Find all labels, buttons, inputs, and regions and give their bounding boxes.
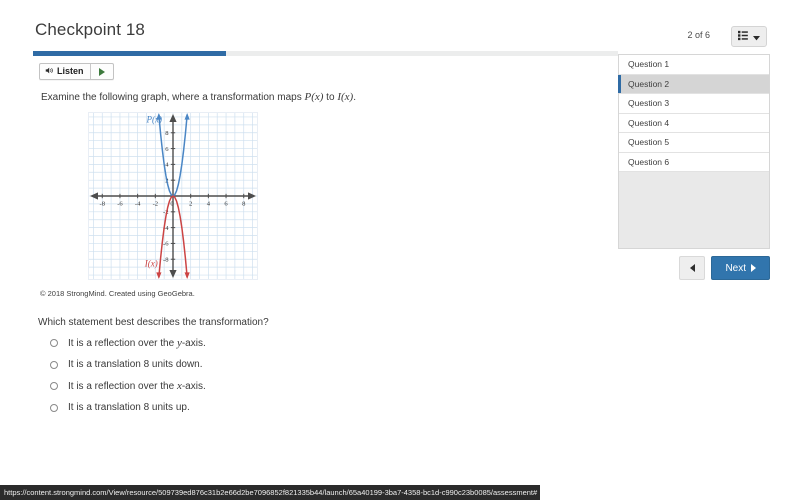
status-bar-url: https://content.strongmind.com/View/reso… xyxy=(0,485,540,500)
x-tick-label: 2 xyxy=(189,201,192,208)
series-label-I: I(x) xyxy=(144,258,158,268)
series-arrow-Px-1 xyxy=(184,113,190,120)
question-list-item-label: Question 6 xyxy=(628,156,670,167)
question-list-item-4[interactable]: Question 4 xyxy=(619,113,769,133)
question-list[interactable]: Question 1 Question 2 Question 3 Question 4… xyxy=(618,54,770,249)
y-tick-label: -8 xyxy=(163,257,169,264)
navigation-controls: Next xyxy=(618,256,770,280)
listen-button[interactable]: Listen xyxy=(40,64,91,79)
listen-button-label: Listen xyxy=(57,66,84,76)
prompt-text: Examine the following graph, where a tra… xyxy=(41,91,356,103)
answer-options: It is a reflection over the y-axis. It is… xyxy=(50,337,570,423)
prompt-function-p: P(x) xyxy=(304,91,324,103)
option-label: It is a translation 8 units down. xyxy=(68,358,203,370)
triangle-right-icon xyxy=(751,264,756,272)
graph-figure: -8 -6 -4 -2 0 2 4 6 8 8 6 4 2 -2 -4 -6 -8 P(x) I(x) xyxy=(88,112,258,280)
y-tick-label: 4 xyxy=(165,162,169,169)
triangle-left-icon xyxy=(689,264,695,272)
question-list-item-2[interactable]: Question 2 xyxy=(618,74,769,94)
y-tick-label: -6 xyxy=(163,241,169,248)
radio-opt-b[interactable] xyxy=(50,360,58,369)
prompt-function-i: I(x) xyxy=(337,91,354,103)
y-axis-arrow-up xyxy=(169,114,177,122)
series-arrow-Ix-0 xyxy=(156,272,162,279)
y-tick-label: 6 xyxy=(165,146,169,153)
list-menu-icon xyxy=(738,28,751,46)
question-list-item-6[interactable]: Question 6 xyxy=(619,152,769,172)
option-row[interactable]: It is a translation 8 units up. xyxy=(50,402,570,424)
progress-bar-fill xyxy=(33,51,227,56)
question-list-menu-button[interactable] xyxy=(731,26,767,47)
question-list-item-label: Question 3 xyxy=(628,98,670,109)
question-list-item-1[interactable]: Question 1 xyxy=(619,55,769,75)
option-row[interactable]: It is a translation 8 units down. xyxy=(50,359,570,381)
option-label: It is a reflection over the y-axis. xyxy=(68,337,206,349)
parabola-transformation-graph: -8 -6 -4 -2 0 2 4 6 88642-2-4-6-8P(x)I(x) xyxy=(89,113,257,279)
attribution-text: © 2018 StrongMind. Created using GeoGebr… xyxy=(40,289,195,298)
speaker-icon xyxy=(45,66,54,77)
x-tick-label: -4 xyxy=(135,201,141,208)
play-button[interactable] xyxy=(91,64,113,79)
listen-toolbar[interactable]: Listen xyxy=(39,63,114,80)
y-axis-arrow-down xyxy=(169,270,177,278)
progress-bar xyxy=(33,51,618,56)
question-list-item-5[interactable]: Question 5 xyxy=(619,133,769,153)
radio-opt-c[interactable] xyxy=(50,382,58,390)
x-tick-label: -6 xyxy=(117,201,123,208)
question-list-item-3[interactable]: Question 3 xyxy=(619,94,769,114)
question-list-item-label: Question 2 xyxy=(628,78,670,89)
page-title: Checkpoint 18 xyxy=(35,20,145,39)
prompt-mid: to xyxy=(323,92,338,103)
option-label: It is a reflection over the x-axis. xyxy=(68,380,206,392)
assessment-page: Checkpoint 18 Listen Examine the followi… xyxy=(0,0,800,500)
question-counter: 2 of 6 xyxy=(687,30,710,40)
previous-button[interactable] xyxy=(679,256,706,280)
option-row[interactable]: It is a reflection over the x-axis. xyxy=(50,380,570,402)
x-tick-label: -2 xyxy=(153,201,159,208)
x-tick-label: -8 xyxy=(100,201,106,208)
question-list-item-label: Question 4 xyxy=(628,117,670,128)
x-axis-arrow-right xyxy=(248,192,256,200)
series-arrow-Ix-1 xyxy=(184,272,190,279)
option-row[interactable]: It is a reflection over the y-axis. xyxy=(50,337,570,359)
prompt-suffix: . xyxy=(353,92,356,103)
radio-opt-a[interactable] xyxy=(50,339,58,347)
play-icon xyxy=(98,67,105,76)
radio-opt-d[interactable] xyxy=(50,403,58,412)
next-button[interactable]: Next xyxy=(711,256,770,280)
question-prompt: Which statement best describes the trans… xyxy=(38,317,269,328)
question-list-item-label: Question 1 xyxy=(628,59,670,70)
prompt-prefix: Examine the following graph, where a tra… xyxy=(41,92,305,103)
y-tick-label: 8 xyxy=(165,130,169,137)
chevron-down-icon xyxy=(753,28,760,46)
x-axis-arrow-left xyxy=(90,192,98,200)
next-button-label: Next xyxy=(725,262,746,274)
question-list-item-label: Question 5 xyxy=(628,137,670,148)
series-label-P: P(x) xyxy=(145,114,162,124)
option-label: It is a translation 8 units up. xyxy=(68,401,190,413)
